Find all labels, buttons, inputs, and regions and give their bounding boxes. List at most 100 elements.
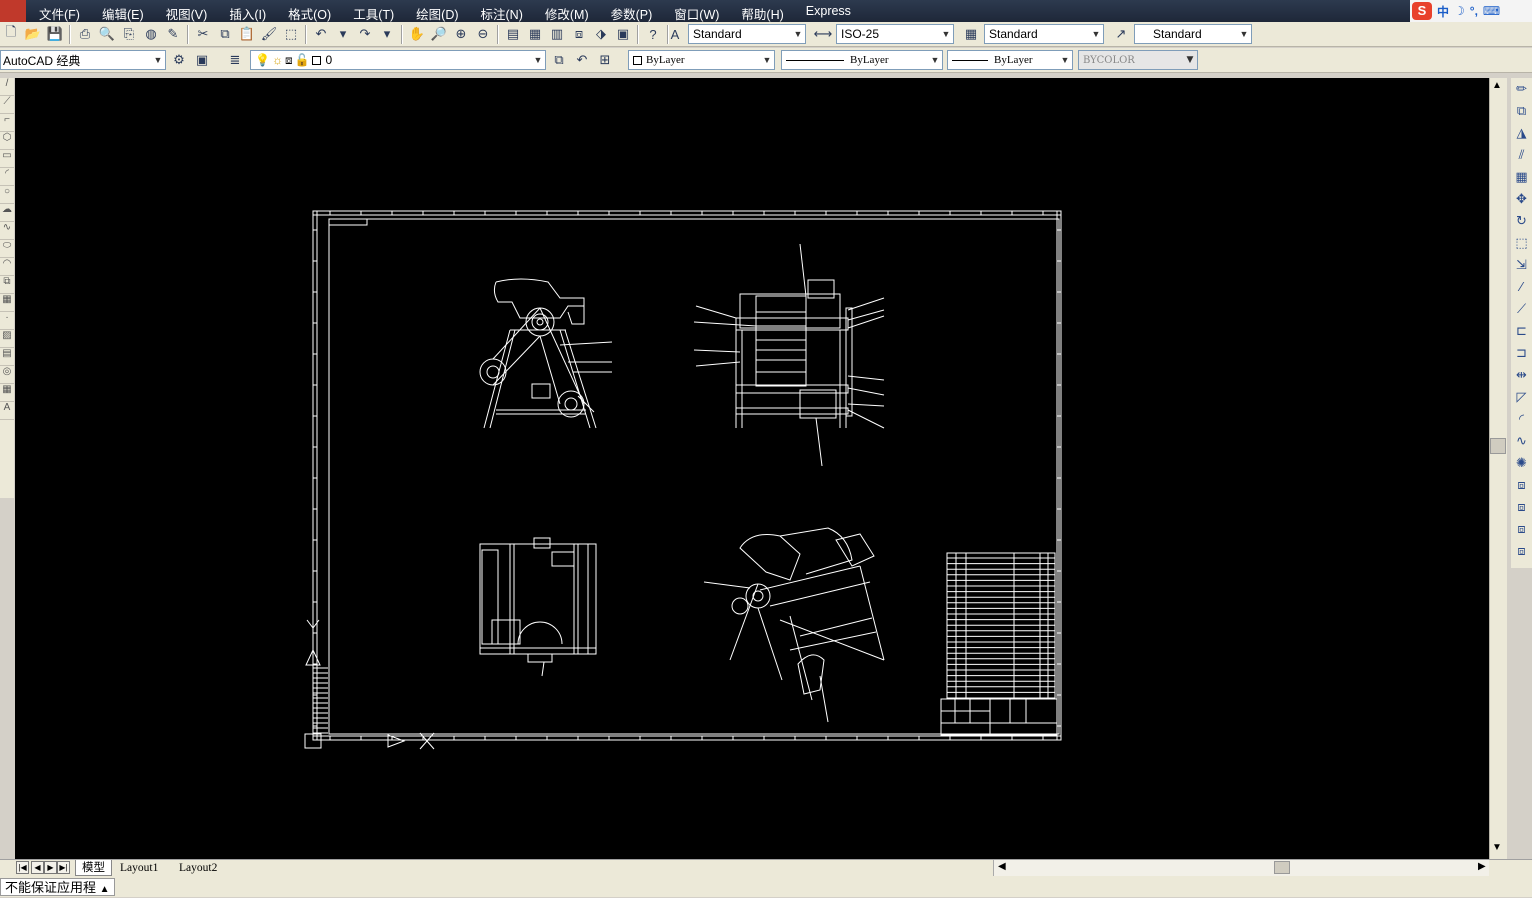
pan-icon[interactable]: ✋: [406, 23, 428, 45]
rotate-icon[interactable]: ↻: [1511, 210, 1532, 232]
lineweight-select[interactable]: ByLayer ▼: [947, 50, 1073, 70]
scroll-thumb[interactable]: [1490, 438, 1506, 454]
ellipse-arc-icon[interactable]: ◠: [0, 258, 14, 276]
compatibility-warning[interactable]: 不能保证应用程 ▲: [0, 878, 115, 896]
table-icon[interactable]: ▦: [0, 384, 14, 402]
next-tab-icon[interactable]: ▶: [44, 861, 57, 874]
print-icon[interactable]: ⎙: [74, 23, 96, 45]
multileader-style-select[interactable]: Standard ▼: [1134, 24, 1252, 44]
mirror-icon[interactable]: ◮: [1511, 122, 1532, 144]
sheet-set-icon[interactable]: ⧈: [568, 23, 590, 45]
first-tab-icon[interactable]: |◀: [16, 861, 29, 874]
move-icon[interactable]: ✥: [1511, 188, 1532, 210]
chamfer-icon[interactable]: ◸: [1511, 386, 1532, 408]
scroll-left-icon[interactable]: ◀: [998, 861, 1006, 872]
polygon-icon[interactable]: ⬡: [0, 132, 14, 150]
hscroll-thumb[interactable]: [1274, 861, 1290, 874]
properties-icon[interactable]: ▤: [502, 23, 524, 45]
workspace-select[interactable]: AutoCAD 经典 ▼: [0, 50, 166, 70]
zoom-previous-icon[interactable]: ⊖: [472, 23, 494, 45]
extend-icon[interactable]: ⟋: [1511, 298, 1532, 320]
publish-icon[interactable]: ⎘: [118, 23, 140, 45]
tool-palettes-icon[interactable]: ▥: [546, 23, 568, 45]
ellipse-icon[interactable]: ⬭: [0, 240, 14, 258]
print-preview-icon[interactable]: 🔍: [96, 23, 118, 45]
menu-item[interactable]: 参数(P): [600, 0, 664, 22]
erase-icon[interactable]: ✏: [1511, 78, 1532, 100]
offset-icon[interactable]: ⫽: [1511, 144, 1532, 166]
insert-block-icon[interactable]: ⧉: [0, 276, 14, 294]
hatch-icon[interactable]: ▨: [0, 330, 14, 348]
new-file-icon[interactable]: 🗋: [0, 23, 22, 45]
redo-icon[interactable]: ↷: [354, 23, 376, 45]
menu-item[interactable]: 格式(O): [277, 0, 342, 22]
join-icon[interactable]: ⇹: [1511, 364, 1532, 386]
block-editor-icon[interactable]: ⬚: [280, 23, 302, 45]
draworder-front-icon[interactable]: ⧈: [1511, 474, 1532, 496]
polyline-icon[interactable]: ⌐: [0, 114, 14, 132]
break-at-point-icon[interactable]: ⊏: [1511, 320, 1532, 342]
menu-item[interactable]: 插入(I): [218, 0, 277, 22]
undo-icon[interactable]: ↶: [310, 23, 332, 45]
rectangle-icon[interactable]: ▭: [0, 150, 14, 168]
menu-item[interactable]: Express: [795, 0, 862, 22]
menu-item[interactable]: 工具(T): [342, 0, 405, 22]
copy-object-icon[interactable]: ⧉: [1511, 100, 1532, 122]
revision-cloud-icon[interactable]: ☁: [0, 204, 14, 222]
help-icon[interactable]: ?: [642, 23, 664, 45]
scroll-up-icon[interactable]: ▲: [1492, 80, 1502, 91]
text-style-select[interactable]: Standard ▼: [688, 24, 806, 44]
tab-layout1[interactable]: Layout1: [114, 860, 164, 876]
calculator-icon[interactable]: ▣: [612, 23, 634, 45]
horizontal-scrollbar[interactable]: ◀ ▶: [993, 860, 1489, 876]
layer-state-icon[interactable]: ⊞: [594, 49, 616, 71]
fillet-icon[interactable]: ◜: [1511, 408, 1532, 430]
redo-dropdown-icon[interactable]: ▾: [376, 23, 398, 45]
tab-model[interactable]: 模型: [75, 860, 112, 876]
drawing-canvas[interactable]: [15, 78, 1489, 859]
menu-item[interactable]: 修改(M): [534, 0, 600, 22]
draworder-under-icon[interactable]: ⧈: [1511, 540, 1532, 562]
table-style-select[interactable]: Standard ▼: [984, 24, 1104, 44]
scroll-right-icon[interactable]: ▶: [1478, 861, 1486, 872]
trim-icon[interactable]: ⁄: [1511, 276, 1532, 298]
menu-item[interactable]: 标注(N): [470, 0, 534, 22]
cut-icon[interactable]: ✂: [192, 23, 214, 45]
point-icon[interactable]: ·: [0, 312, 14, 330]
tab-layout2[interactable]: Layout2: [173, 860, 223, 876]
layer-properties-icon[interactable]: ≣: [224, 49, 246, 71]
scroll-down-icon[interactable]: ▼: [1492, 842, 1502, 853]
line-icon[interactable]: /: [0, 78, 14, 96]
publish-3d-icon[interactable]: ✎: [162, 23, 184, 45]
workspace-settings-icon[interactable]: ⚙: [168, 49, 190, 71]
make-block-icon[interactable]: ▦: [0, 294, 14, 312]
match-properties-icon[interactable]: 🖌: [258, 23, 280, 45]
markup-icon[interactable]: ⬗: [590, 23, 612, 45]
ime-indicator[interactable]: S 中 ☽ °, ⌨: [1410, 0, 1532, 22]
last-tab-icon[interactable]: ▶|: [57, 861, 70, 874]
save-icon[interactable]: 💾: [44, 23, 66, 45]
open-file-icon[interactable]: 📂: [22, 23, 44, 45]
blend-curves-icon[interactable]: ∿: [1511, 430, 1532, 452]
save-workspace-icon[interactable]: ▣: [191, 49, 213, 71]
scale-icon[interactable]: ⬚: [1511, 232, 1532, 254]
menu-item[interactable]: 编辑(E): [91, 0, 155, 22]
layer-previous-icon[interactable]: ↶: [571, 49, 593, 71]
dim-style-select[interactable]: ISO-25 ▼: [836, 24, 954, 44]
menu-item[interactable]: 帮助(H): [730, 0, 794, 22]
menu-item[interactable]: 文件(F): [28, 0, 91, 22]
region-icon[interactable]: ◎: [0, 366, 14, 384]
app-menu-icon[interactable]: [0, 0, 26, 22]
menu-item[interactable]: 窗口(W): [663, 0, 730, 22]
menu-item[interactable]: 绘图(D): [405, 0, 469, 22]
circle-icon[interactable]: ○: [0, 186, 14, 204]
array-icon[interactable]: ▦: [1511, 166, 1532, 188]
draworder-back-icon[interactable]: ⧈: [1511, 496, 1532, 518]
spline-icon[interactable]: ∿: [0, 222, 14, 240]
paste-icon[interactable]: 📋: [236, 23, 258, 45]
vertical-scrollbar[interactable]: ▲ ▼: [1489, 78, 1507, 859]
stretch-icon[interactable]: ⇲: [1511, 254, 1532, 276]
break-icon[interactable]: ⊐: [1511, 342, 1532, 364]
construction-line-icon[interactable]: ⟋: [0, 96, 14, 114]
color-select[interactable]: ByLayer ▼: [628, 50, 775, 70]
